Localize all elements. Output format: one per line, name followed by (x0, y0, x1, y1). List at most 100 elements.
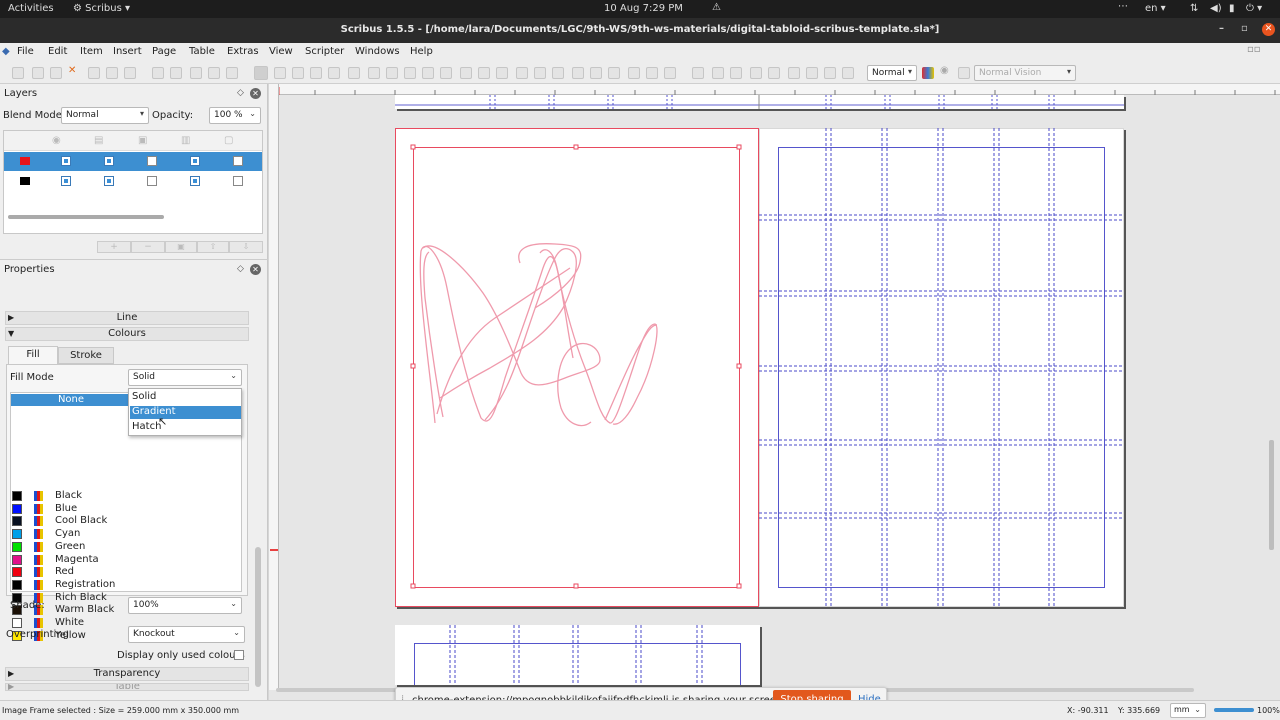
menu-file[interactable]: File (17, 46, 34, 57)
colour-item[interactable]: Cyan (12, 528, 212, 540)
close-window-button[interactable]: ✕ (1262, 23, 1275, 36)
edit-text-icon[interactable] (552, 67, 564, 79)
blend-mode-select[interactable]: Normal ▾ (61, 107, 149, 124)
layer-color-swatch[interactable] (20, 157, 30, 165)
properties-scrollbar[interactable] (255, 547, 261, 687)
menu-edit[interactable]: Edit (48, 46, 67, 57)
fill-mode-option-hatch[interactable]: Hatch (130, 421, 240, 434)
lock-column-icon[interactable]: ▣ (138, 135, 147, 146)
measure-icon[interactable] (608, 67, 620, 79)
close-properties-panel-icon[interactable]: ✕ (250, 264, 261, 275)
language-indicator[interactable]: en ▾ (1145, 3, 1166, 14)
close-layers-panel-icon[interactable]: ✕ (250, 88, 261, 99)
shade-spinbox[interactable]: 100% ⌄ (128, 597, 242, 614)
freehand-icon[interactable] (460, 67, 472, 79)
zoom-slider[interactable] (1214, 708, 1254, 712)
vision-select[interactable]: Normal Vision ▾ (974, 65, 1076, 81)
edit-contents-icon[interactable] (534, 67, 546, 79)
float-properties-icon[interactable]: ◇ (237, 264, 244, 274)
pdf-3d-icon[interactable] (842, 67, 854, 79)
mdi-restore-icon[interactable]: ▫▫ (1247, 44, 1261, 55)
visible-column-icon[interactable]: ◉ (52, 135, 61, 146)
preview-mode-select[interactable]: Normal ▾ (867, 65, 917, 81)
colour-item[interactable]: Black (12, 490, 212, 502)
menu-extras[interactable]: Extras (227, 46, 259, 57)
link-frames-icon[interactable] (572, 67, 584, 79)
colours-section[interactable]: ▼ Colours (5, 327, 249, 341)
fill-mode-option-gradient[interactable]: Gradient (130, 406, 241, 419)
next-page[interactable] (395, 625, 760, 685)
remove-layer-button[interactable]: − (131, 241, 165, 253)
select-tool-icon[interactable] (254, 66, 268, 80)
power-icon[interactable]: ⏻ ▾ (1246, 3, 1262, 14)
layer-lock-checkbox[interactable] (147, 176, 157, 186)
outline-column-icon[interactable]: ▢ (224, 135, 233, 146)
render-frame-icon[interactable] (310, 67, 322, 79)
tab-fill[interactable]: Fill (8, 346, 58, 364)
colour-item[interactable]: Magenta (12, 554, 212, 566)
current-page-spread[interactable] (395, 128, 1124, 607)
close-document-icon[interactable]: ✕ (68, 65, 80, 77)
menu-help[interactable]: Help (410, 46, 433, 57)
save-icon[interactable] (50, 67, 62, 79)
transparency-section[interactable]: ▶ Transparency (5, 667, 249, 681)
layer-outline-checkbox[interactable] (233, 156, 243, 166)
previous-page-spread[interactable] (395, 95, 1124, 109)
print-column-icon[interactable]: ▤ (94, 135, 103, 146)
menu-insert[interactable]: Insert (113, 46, 142, 57)
network-icon[interactable]: ⇅ (1190, 3, 1198, 14)
layer-row[interactable] (4, 152, 262, 171)
pdf-listbox-icon[interactable] (768, 67, 780, 79)
undo-icon[interactable] (152, 67, 164, 79)
line-icon[interactable] (422, 67, 434, 79)
open-document-icon[interactable] (32, 67, 44, 79)
lower-layer-button[interactable]: ⇩ (229, 241, 263, 253)
layer-flow-checkbox[interactable] (190, 176, 200, 186)
float-panel-icon[interactable]: ◇ (237, 88, 244, 98)
menu-windows[interactable]: Windows (355, 46, 400, 57)
layer-color-swatch[interactable] (20, 177, 30, 185)
menu-view[interactable]: View (269, 46, 293, 57)
colour-item[interactable]: Green (12, 541, 212, 553)
clock[interactable]: 10 Aug 7:29 PM (604, 3, 683, 14)
horizontal-ruler[interactable] (279, 84, 1280, 95)
redo-icon[interactable] (170, 67, 182, 79)
shape-icon[interactable] (348, 67, 360, 79)
layer-row[interactable] (4, 172, 262, 191)
more-icon[interactable]: ⋯ (1118, 1, 1128, 12)
tab-stroke[interactable]: Stroke (58, 347, 114, 364)
edit-preview-icon[interactable] (958, 67, 970, 79)
pdf-textfield-icon[interactable] (712, 67, 724, 79)
copy-icon[interactable] (208, 67, 220, 79)
eyedropper-icon[interactable] (646, 67, 658, 79)
colour-item[interactable]: Cool Black (12, 515, 212, 527)
layer-outline-checkbox[interactable] (233, 176, 243, 186)
text-frame-icon[interactable] (274, 67, 286, 79)
pdf-field-icon[interactable] (664, 67, 676, 79)
flow-column-icon[interactable]: ▥ (181, 135, 190, 146)
copy-properties-icon[interactable] (628, 67, 640, 79)
colour-item[interactable]: Blue (12, 503, 212, 515)
calligraphic-icon[interactable] (478, 67, 490, 79)
pdf-combobox-icon[interactable] (750, 67, 762, 79)
cut-icon[interactable] (190, 67, 202, 79)
colour-item[interactable]: Red (12, 566, 212, 578)
menu-item[interactable]: Item (80, 46, 103, 57)
add-layer-button[interactable]: + (97, 241, 131, 253)
preflight-icon[interactable] (106, 67, 118, 79)
preview-eye-icon[interactable]: ◉ (940, 65, 952, 77)
fill-mode-select[interactable]: Solid ⌄ (128, 369, 242, 386)
canvas-vscrollbar[interactable] (1269, 440, 1274, 550)
table-section[interactable]: ▶ Table (5, 683, 249, 691)
layers-hscrollbar[interactable] (8, 215, 164, 219)
menu-scripter[interactable]: Scripter (305, 46, 344, 57)
pdf-checkbox-icon[interactable] (730, 67, 742, 79)
unit-select[interactable]: mm ⌄ (1170, 703, 1206, 718)
polygon-icon[interactable] (368, 67, 380, 79)
pdf-link-icon[interactable] (806, 67, 818, 79)
vertical-ruler[interactable] (269, 84, 279, 690)
zoom-icon[interactable] (516, 67, 528, 79)
pdf-button-icon[interactable] (692, 67, 704, 79)
overprinting-select[interactable]: Knockout ⌄ (128, 626, 245, 643)
spiral-icon[interactable] (404, 67, 416, 79)
